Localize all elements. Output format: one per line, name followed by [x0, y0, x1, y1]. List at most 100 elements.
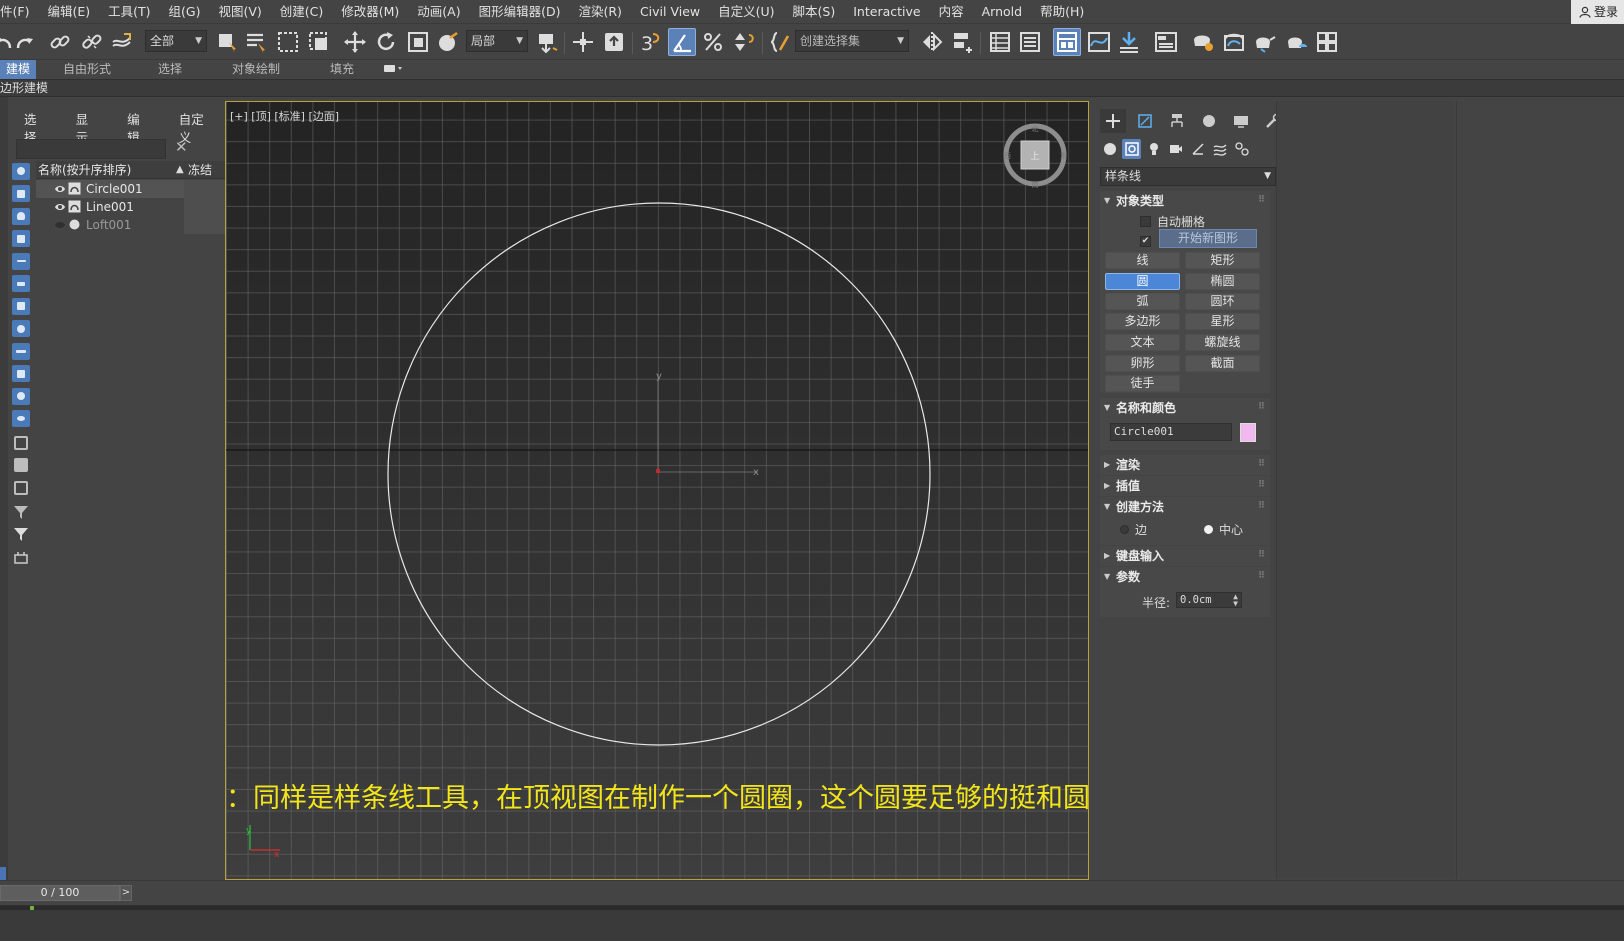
menu-item[interactable]: 自定义(U) — [709, 0, 783, 24]
menu-item[interactable]: 脚本(S) — [784, 0, 845, 24]
angle-snap-toggle-button[interactable] — [668, 28, 696, 56]
tab-modify[interactable] — [1132, 109, 1158, 133]
drag-handle-icon[interactable]: ⠿ — [1258, 566, 1265, 586]
display-cameras-button[interactable] — [10, 229, 32, 249]
close-icon[interactable]: ✕ — [175, 138, 188, 156]
scale-button[interactable] — [404, 28, 432, 56]
radius-spinner[interactable]: 0.0cm ▲ ▼ — [1176, 592, 1242, 608]
helix-button[interactable]: 螺旋线 — [1185, 334, 1260, 351]
display-groups-button[interactable] — [10, 296, 32, 316]
object-color-swatch[interactable] — [1240, 423, 1256, 442]
start-new-shape-checkbox[interactable]: ✔ — [1140, 236, 1151, 247]
section-button[interactable]: 截面 — [1185, 355, 1260, 372]
rendered-frame-window-button[interactable] — [1220, 28, 1248, 56]
menu-edit[interactable]: 编辑 — [111, 111, 163, 145]
time-slider[interactable]: 0 / 100 — [0, 885, 120, 901]
keyboard-shortcut-override-button[interactable] — [600, 28, 628, 56]
ngon-button[interactable]: 多边形 — [1105, 313, 1180, 330]
edge-radio[interactable] — [1120, 525, 1129, 534]
display-helpers-button[interactable] — [10, 251, 32, 271]
spinner-snap-toggle-button[interactable] — [730, 28, 758, 56]
display-xrefs-button[interactable] — [10, 319, 32, 339]
tab-selection[interactable]: 选择 — [158, 60, 182, 79]
tab-create[interactable] — [1100, 109, 1126, 133]
eye-icon[interactable] — [54, 201, 66, 213]
auto-grid-checkbox-row[interactable]: 自动栅格 — [1140, 213, 1205, 230]
move-button[interactable] — [341, 28, 369, 56]
start-new-shape-checkbox-row[interactable]: ✔ — [1140, 236, 1151, 247]
display-hidden-button[interactable] — [10, 409, 32, 429]
tab-modeling[interactable]: 建模 — [0, 60, 37, 79]
bind-spacewarp-button[interactable] — [108, 28, 136, 56]
display-bones-button[interactable] — [10, 341, 32, 361]
tab-hierarchy[interactable] — [1164, 109, 1190, 133]
scene-object-row[interactable]: Circle001 — [36, 180, 226, 198]
menu-item[interactable]: Civil View — [631, 0, 709, 24]
freeze-toggle[interactable] — [184, 180, 226, 198]
tab-object-paint[interactable]: 对象绘制 — [232, 60, 280, 79]
drag-handle-icon[interactable]: ⠿ — [1258, 496, 1265, 516]
select-manipulate-button[interactable] — [569, 28, 597, 56]
tab-display[interactable] — [1228, 109, 1254, 133]
ribbon-panel-label[interactable]: 边形建模 — [0, 80, 48, 97]
viewcube[interactable]: 上 北 西 东 南 — [1002, 122, 1068, 188]
drag-handle-icon[interactable]: ⠿ — [1258, 454, 1265, 474]
lights-category-button[interactable] — [1144, 139, 1163, 159]
edit-named-selection-button[interactable] — [766, 28, 794, 56]
tab-populate[interactable]: 填充 — [330, 60, 354, 79]
freeze-toggle[interactable] — [184, 198, 226, 216]
start-new-shape-button[interactable]: 开始新图形 — [1159, 229, 1257, 248]
drag-handle-icon[interactable]: ⠿ — [1258, 190, 1265, 210]
asset-library-button[interactable] — [1313, 28, 1341, 56]
menu-item[interactable]: Arnold — [973, 0, 1031, 24]
filter-selected-button[interactable] — [10, 524, 32, 544]
menu-select[interactable]: 选择 — [8, 111, 60, 145]
align-button[interactable] — [948, 28, 976, 56]
spinner-arrows-icon[interactable]: ▲ ▼ — [1233, 593, 1238, 608]
render-production-button[interactable] — [1250, 28, 1278, 56]
creation-method-rollout-header[interactable]: ▼ 创建方法 ⠿ — [1100, 497, 1270, 517]
viewport-canvas[interactable]: y x y x — [226, 102, 1089, 880]
filter-button[interactable] — [10, 502, 32, 522]
curve-editor-button[interactable] — [1085, 28, 1113, 56]
helpers-category-button[interactable] — [1188, 139, 1207, 159]
select-object-button[interactable] — [213, 28, 241, 56]
rotate-button[interactable] — [372, 28, 400, 56]
percent-snap-toggle-button[interactable] — [699, 28, 727, 56]
column-name-header[interactable]: 名称(按升序排序) — [38, 161, 131, 179]
select-by-name-button[interactable] — [242, 28, 270, 56]
mirror-button[interactable] — [918, 28, 946, 56]
freeze-toggle[interactable] — [184, 216, 226, 234]
drag-handle-icon[interactable]: ⠿ — [1258, 475, 1265, 495]
display-none-button[interactable] — [10, 455, 32, 475]
menu-item[interactable]: 件(F) — [0, 0, 38, 24]
display-all-button[interactable] — [10, 433, 32, 453]
scene-object-row[interactable]: Line001 — [36, 198, 226, 216]
display-geometry-button[interactable] — [10, 161, 32, 181]
menu-display[interactable]: 显示 — [60, 111, 112, 145]
menu-item[interactable]: 图形编辑器(D) — [470, 0, 570, 24]
name-color-rollout-header[interactable]: ▼ 名称和颜色 ⠿ — [1100, 398, 1270, 418]
menu-item[interactable]: 修改器(M) — [332, 0, 408, 24]
interpolation-rollout-header[interactable]: ▶ 插值 ⠿ — [1100, 476, 1270, 496]
menu-item[interactable]: 动画(A) — [408, 0, 469, 24]
circle-spline[interactable] — [387, 202, 931, 746]
eye-icon[interactable] — [54, 183, 66, 195]
menu-item[interactable]: 工具(T) — [99, 0, 159, 24]
viewport-top[interactable]: y x y x [+] [顶] [标准] [边面] 上 北 西 东 南 二：同样… — [225, 101, 1089, 880]
star-button[interactable]: 星形 — [1185, 313, 1260, 330]
menu-item[interactable]: 内容 — [930, 0, 973, 24]
ellipse-button[interactable]: 椭圆 — [1185, 273, 1260, 290]
line-button[interactable]: 线 — [1105, 252, 1180, 269]
menu-item[interactable]: Interactive — [844, 0, 929, 24]
drag-handle-icon[interactable]: ⠿ — [1258, 397, 1265, 417]
reference-coordinate-dropdown[interactable]: 局部 ▼ — [466, 30, 528, 52]
toggle-scene-explorer-button[interactable] — [986, 28, 1014, 56]
rectangular-selection-button[interactable] — [274, 28, 302, 56]
freehand-button[interactable]: 徒手 — [1105, 375, 1180, 392]
egg-button[interactable]: 卵形 — [1105, 355, 1180, 372]
track-bar[interactable] — [0, 905, 1624, 941]
menu-item[interactable]: 创建(C) — [271, 0, 332, 24]
toggle-layer-explorer-button[interactable] — [1016, 28, 1044, 56]
invert-display-button[interactable] — [10, 478, 32, 498]
